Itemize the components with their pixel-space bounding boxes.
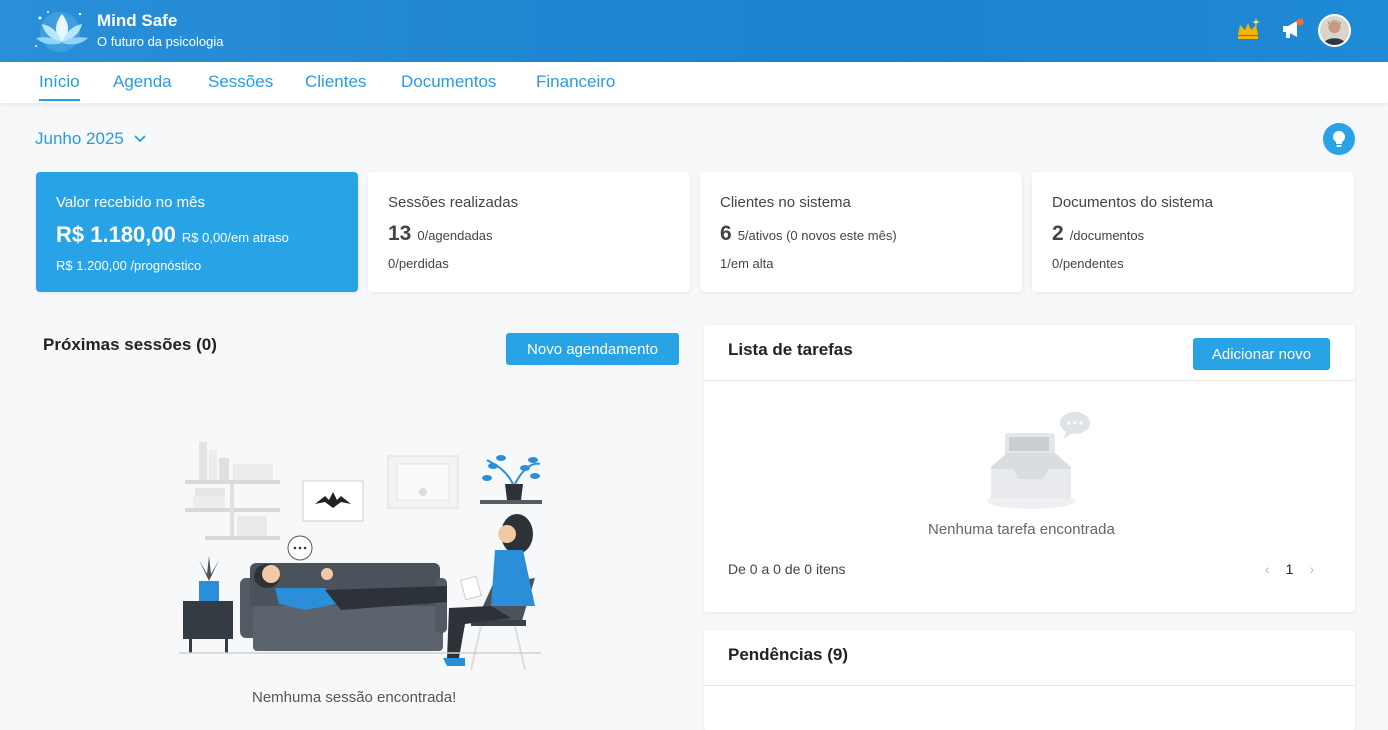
chevron-down-icon [134, 135, 146, 143]
card-side: /documentos [1069, 228, 1145, 243]
nav-financeiro[interactable]: Financeiro [536, 72, 615, 92]
avatar[interactable] [1318, 14, 1351, 47]
nav-clientes[interactable]: Clientes [305, 72, 366, 92]
sessions-title: Próximas sessões (0) [43, 335, 217, 354]
next-page-icon[interactable]: › [1309, 561, 1314, 577]
tasks-range-text: De 0 a 0 de 0 itens [728, 561, 846, 577]
nav-agenda[interactable]: Agenda [113, 72, 172, 92]
card-title: Documentos do sistema [1052, 194, 1213, 211]
lightbulb-button[interactable] [1323, 123, 1355, 155]
card-title: Sessões realizadas [388, 194, 519, 211]
current-page[interactable]: 1 [1286, 561, 1294, 577]
brand-tagline: O futuro da psicologia [97, 34, 224, 49]
card-foot: 1/em alta [720, 256, 774, 271]
nav-documentos[interactable]: Documentos [401, 72, 496, 92]
card-side: 0/agendadas [417, 228, 493, 243]
card-sessions: Sessões realizadas 13 0/agendadas 0/perd… [368, 172, 690, 292]
card-documents: Documentos do sistema 2 /documentos 0/pe… [1032, 172, 1354, 292]
card-side: 5/ativos (0 novos este mês) [737, 228, 897, 243]
top-bar: Mind Safe O futuro da psicologia [0, 0, 1388, 62]
card-value: 13 [388, 222, 412, 245]
card-received: Valor recebido no mês R$ 1.180,00 R$ 0,0… [36, 172, 358, 292]
megaphone-icon[interactable] [1277, 12, 1307, 46]
sessions-empty-text: Nemhuma sessão encontrada! [252, 689, 457, 706]
therapy-illustration [175, 438, 545, 673]
main-nav: Início Agenda Sessões Clientes Documento… [0, 62, 1388, 103]
brand-name: Mind Safe [97, 11, 178, 30]
empty-inbox-icon [983, 409, 1093, 516]
card-foot: 0/perdidas [388, 256, 449, 271]
prev-page-icon[interactable]: ‹ [1265, 561, 1270, 577]
tasks-empty-text: Nenhuma tarefa encontrada [928, 521, 1115, 538]
card-value: R$ 1.180,00 [56, 222, 176, 247]
card-title: Clientes no sistema [720, 194, 851, 211]
task-list-title: Lista de tarefas [728, 340, 853, 359]
pending-title: Pendências (9) [728, 645, 848, 664]
month-selector[interactable]: Junho 2025 [35, 129, 146, 149]
card-foot: R$ 1.200,00 /prognóstico [56, 258, 202, 273]
crown-icon[interactable] [1233, 12, 1263, 46]
lotus-logo-icon[interactable] [30, 6, 94, 56]
card-value: 2 [1052, 222, 1064, 245]
card-clients: Clientes no sistema 6 5/ativos (0 novos … [700, 172, 1022, 292]
pending-panel: Pendências (9) [704, 630, 1355, 730]
card-title: Valor recebido no mês [56, 194, 205, 211]
card-foot: 0/pendentes [1052, 256, 1124, 271]
nav-sessoes[interactable]: Sessões [208, 72, 273, 92]
card-value: 6 [720, 222, 732, 245]
nav-inicio[interactable]: Início [39, 72, 80, 101]
pagination: ‹ 1 › [1265, 561, 1314, 577]
new-appointment-button[interactable]: Novo agendamento [506, 333, 679, 365]
month-label: Junho 2025 [35, 129, 124, 148]
add-task-button[interactable]: Adicionar novo [1193, 338, 1330, 370]
task-list-panel: Lista de tarefas Adicionar novo Nenhuma … [704, 325, 1355, 612]
lightbulb-icon [1333, 131, 1345, 147]
card-side: R$ 0,00/em atraso [181, 230, 289, 245]
